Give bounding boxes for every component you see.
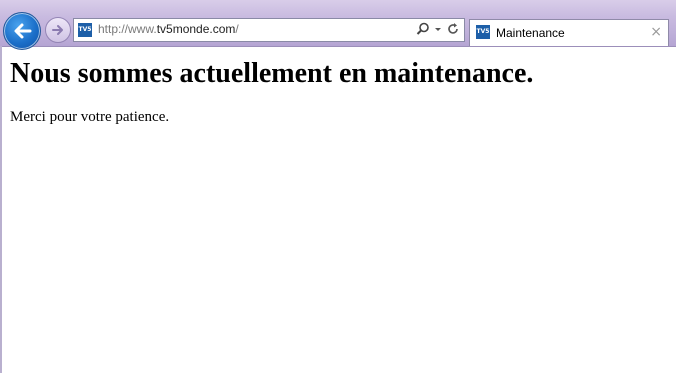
back-button[interactable] — [3, 12, 41, 50]
dropdown-icon[interactable] — [434, 22, 442, 36]
forward-button[interactable] — [45, 17, 71, 43]
page-content: Nous sommes actuellement en maintenance.… — [10, 58, 533, 126]
address-actions — [416, 22, 460, 36]
tab-label: Maintenance — [496, 26, 565, 40]
page-message: Merci pour votre patience. — [10, 109, 170, 125]
tab-favicon-icon: TV5 — [476, 25, 490, 39]
url-text[interactable]: http://www.tv5monde.com/ — [98, 22, 239, 36]
search-icon[interactable] — [416, 22, 430, 36]
refresh-icon[interactable] — [446, 22, 460, 36]
address-bar[interactable]: TV5 http://www.tv5monde.com/ — [73, 18, 465, 42]
close-tab-icon[interactable]: × — [650, 24, 662, 40]
page-heading: Nous sommes actuellement en maintenance. — [10, 58, 534, 89]
tab-maintenance[interactable]: TV5 Maintenance × — [469, 19, 669, 46]
url-host: tv5monde.com — [156, 22, 236, 36]
forward-arrow-icon — [52, 25, 63, 35]
site-favicon-icon: TV5 — [78, 23, 92, 37]
url-suffix: / — [235, 22, 239, 36]
window-edge — [0, 46, 2, 373]
url-prefix: http://www. — [98, 22, 157, 36]
back-arrow-icon — [14, 23, 32, 39]
browser-toolbar: TV5 http://www.tv5monde.com/ TV5 Mainten… — [0, 0, 676, 50]
